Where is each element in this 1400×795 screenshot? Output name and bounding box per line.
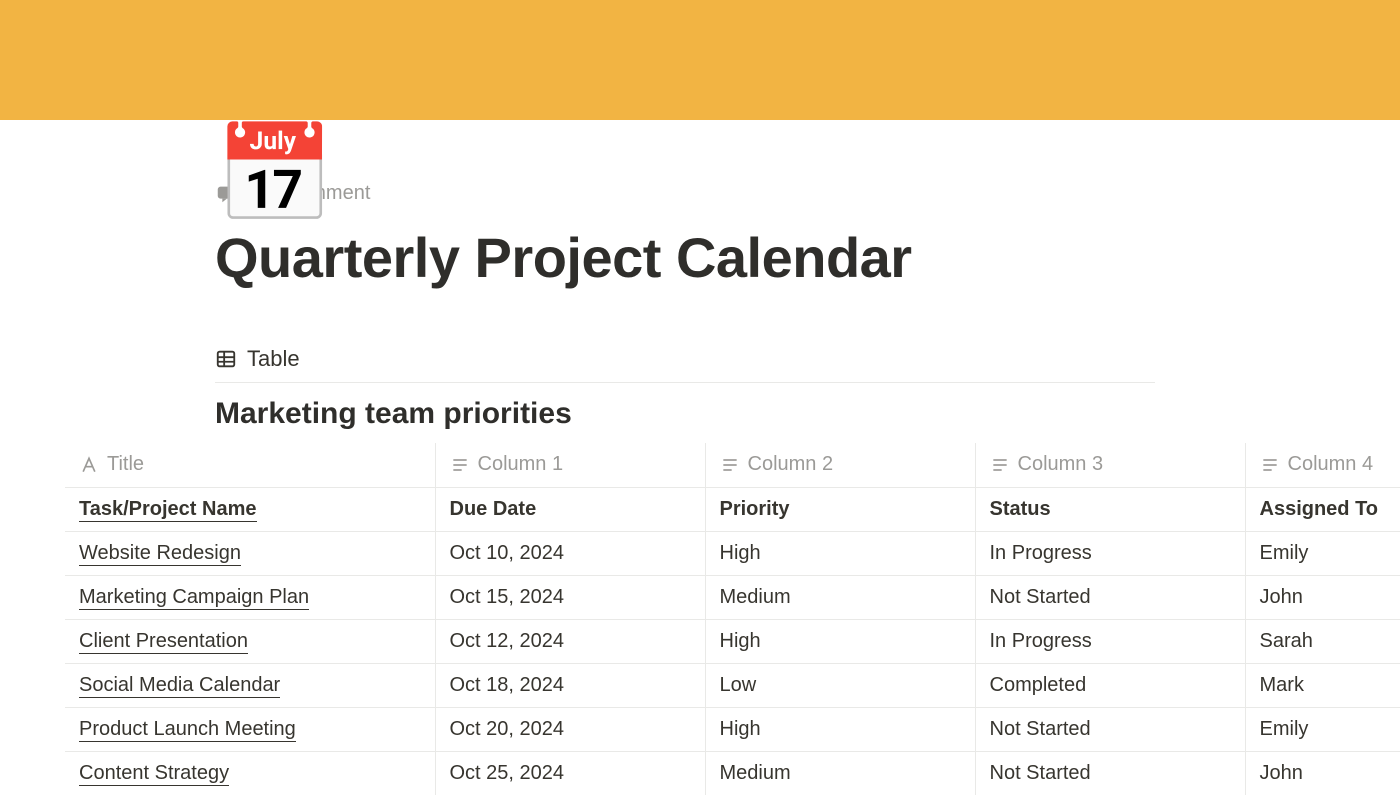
cell-col4[interactable]: Sarah	[1245, 619, 1400, 663]
cell-col3[interactable]: Completed	[975, 663, 1245, 707]
cell-col4[interactable]: John	[1245, 575, 1400, 619]
view-tab-table[interactable]: Table	[215, 346, 1360, 372]
cell-col3[interactable]: Not Started	[975, 707, 1245, 751]
cell-col2[interactable]: High	[705, 707, 975, 751]
cell-col3[interactable]: Not Started	[975, 575, 1245, 619]
table-row[interactable]: Social Media CalendarOct 18, 2024LowComp…	[65, 663, 1400, 707]
column-header-3[interactable]: Column 3	[975, 443, 1245, 487]
cell-col4[interactable]: Mark	[1245, 663, 1400, 707]
column-header-label: Column 3	[1018, 453, 1104, 476]
page-cover	[0, 0, 1400, 120]
cell-title[interactable]: Client Presentation	[65, 619, 435, 663]
column-header-label: Column 1	[478, 453, 564, 476]
view-tabs-divider	[215, 382, 1155, 383]
view-tab-label: Table	[247, 346, 300, 372]
cell-col3[interactable]: Not Started	[975, 751, 1245, 795]
cell-col1[interactable]: Oct 10, 2024	[435, 531, 705, 575]
text-property-icon	[720, 455, 740, 475]
cell-col2[interactable]: High	[705, 531, 975, 575]
cell-title[interactable]: Product Launch Meeting	[65, 707, 435, 751]
table-row[interactable]: Task/Project NameDue DatePriorityStatusA…	[65, 487, 1400, 531]
text-property-icon	[1260, 455, 1280, 475]
cell-col3[interactable]: Status	[975, 487, 1245, 531]
cell-col4[interactable]: Emily	[1245, 707, 1400, 751]
column-header-1[interactable]: Column 1	[435, 443, 705, 487]
cell-col4[interactable]: Assigned To	[1245, 487, 1400, 531]
cell-col4[interactable]: Emily	[1245, 531, 1400, 575]
table-row[interactable]: Website RedesignOct 10, 2024HighIn Progr…	[65, 531, 1400, 575]
title-property-icon	[79, 455, 99, 475]
page-title[interactable]: Quarterly Project Calendar	[215, 225, 1360, 290]
column-header-label: Column 2	[748, 453, 834, 476]
table-row[interactable]: Marketing Campaign PlanOct 15, 2024Mediu…	[65, 575, 1400, 619]
cell-title[interactable]: Task/Project Name	[65, 487, 435, 531]
column-header-title[interactable]: Title	[65, 443, 435, 487]
table-row[interactable]: Client PresentationOct 12, 2024HighIn Pr…	[65, 619, 1400, 663]
cell-col2[interactable]: Medium	[705, 575, 975, 619]
cell-col2[interactable]: Medium	[705, 751, 975, 795]
table-header-row: Title Column 1	[65, 443, 1400, 487]
cell-title[interactable]: Website Redesign	[65, 531, 435, 575]
column-header-label: Column 4	[1288, 453, 1374, 476]
cell-col1[interactable]: Oct 25, 2024	[435, 751, 705, 795]
cell-col3[interactable]: In Progress	[975, 531, 1245, 575]
column-header-4[interactable]: Column 4	[1245, 443, 1400, 487]
text-property-icon	[990, 455, 1010, 475]
table-row[interactable]: Content StrategyOct 25, 2024MediumNot St…	[65, 751, 1400, 795]
cell-title[interactable]: Social Media Calendar	[65, 663, 435, 707]
cell-col2[interactable]: Low	[705, 663, 975, 707]
database-title[interactable]: Marketing team priorities	[215, 397, 1360, 431]
cell-col3[interactable]: In Progress	[975, 619, 1245, 663]
text-property-icon	[450, 455, 470, 475]
column-header-label: Title	[107, 453, 144, 476]
table-row[interactable]: Product Launch MeetingOct 20, 2024HighNo…	[65, 707, 1400, 751]
cell-col4[interactable]: John	[1245, 751, 1400, 795]
add-comment-button[interactable]: Add comment	[215, 182, 1360, 205]
page-icon[interactable]: 📅	[215, 127, 335, 223]
cell-col1[interactable]: Due Date	[435, 487, 705, 531]
database-table: Title Column 1	[65, 443, 1400, 795]
cell-title[interactable]: Marketing Campaign Plan	[65, 575, 435, 619]
cell-col2[interactable]: Priority	[705, 487, 975, 531]
cell-col2[interactable]: High	[705, 619, 975, 663]
column-header-2[interactable]: Column 2	[705, 443, 975, 487]
cell-col1[interactable]: Oct 15, 2024	[435, 575, 705, 619]
cell-col1[interactable]: Oct 20, 2024	[435, 707, 705, 751]
table-icon	[215, 348, 237, 370]
cell-title[interactable]: Content Strategy	[65, 751, 435, 795]
cell-col1[interactable]: Oct 18, 2024	[435, 663, 705, 707]
cell-col1[interactable]: Oct 12, 2024	[435, 619, 705, 663]
